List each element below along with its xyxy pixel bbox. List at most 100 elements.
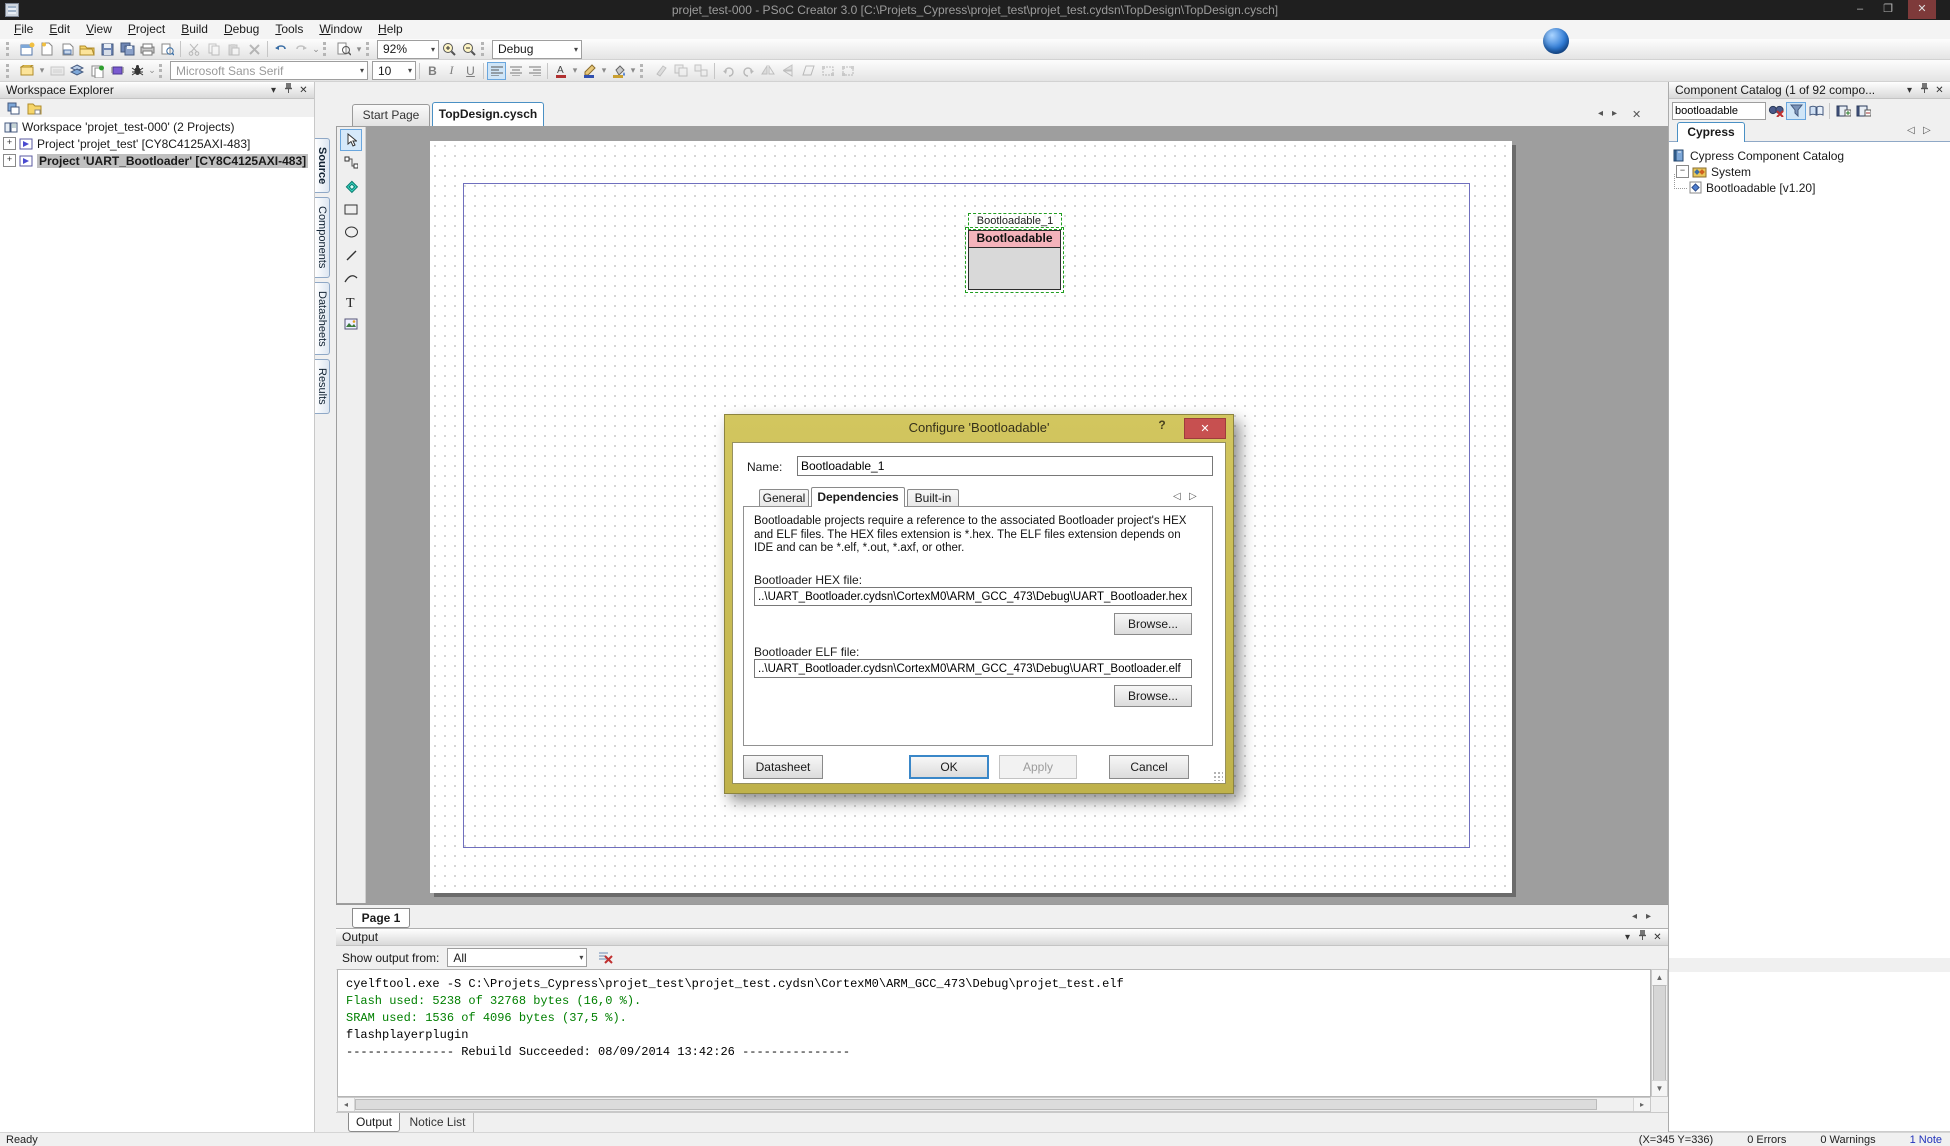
italic-button[interactable]: I bbox=[442, 62, 461, 80]
font-name-combobox[interactable]: Microsoft Sans Serif ▾ bbox=[170, 61, 368, 80]
bug-button[interactable] bbox=[127, 62, 147, 80]
tab-results[interactable]: Results bbox=[315, 359, 330, 414]
component-instance-label[interactable]: Bootloadable_1 bbox=[968, 213, 1062, 230]
status-warnings[interactable]: 0 Warnings bbox=[1820, 1134, 1875, 1146]
tab-built-in[interactable]: Built-in bbox=[907, 489, 959, 507]
tree-row-project1[interactable]: + Project 'projet_test' [CY8C4125AXI-483… bbox=[0, 136, 314, 151]
elf-file-input[interactable] bbox=[754, 659, 1192, 678]
catalog-tab-prev-icon[interactable]: ◁ bbox=[1907, 125, 1915, 136]
pattern-button[interactable] bbox=[17, 62, 37, 80]
fill-color-dropdown-icon[interactable]: ▾ bbox=[628, 65, 638, 76]
tab-topdesign[interactable]: TopDesign.cysch bbox=[432, 102, 544, 126]
scroll-down-icon[interactable]: ▼ bbox=[1652, 1080, 1667, 1096]
tab-dependencies[interactable]: Dependencies bbox=[811, 487, 905, 507]
align-center-button[interactable] bbox=[506, 62, 525, 80]
align-left-button[interactable] bbox=[487, 62, 506, 80]
font-color-button[interactable]: A bbox=[551, 62, 570, 80]
menu-view[interactable]: View bbox=[78, 20, 120, 39]
scroll-up-icon[interactable]: ▲ bbox=[1652, 970, 1667, 986]
close-panel-icon[interactable]: ✕ bbox=[1650, 930, 1665, 945]
filter-view-button[interactable] bbox=[1786, 102, 1806, 120]
datasheet-button[interactable]: Datasheet bbox=[743, 755, 823, 779]
component-tool-button[interactable] bbox=[340, 175, 362, 197]
tab-scroll-right-icon[interactable]: ▸ bbox=[1612, 108, 1617, 119]
tab-scroll-left-icon[interactable]: ◂ bbox=[1598, 108, 1603, 119]
show-all-files-button[interactable] bbox=[24, 99, 44, 117]
hex-file-input[interactable] bbox=[754, 587, 1192, 606]
line-color-dropdown-icon[interactable]: ▾ bbox=[599, 65, 609, 76]
collapse-all-button[interactable] bbox=[4, 99, 24, 117]
scrollbar-thumb[interactable] bbox=[355, 1099, 1597, 1110]
undo-button[interactable] bbox=[271, 40, 291, 58]
scroll-left-icon[interactable]: ◂ bbox=[338, 1098, 355, 1111]
expand-catalog-button[interactable] bbox=[1833, 102, 1853, 120]
tab-cypress[interactable]: Cypress bbox=[1677, 122, 1745, 143]
minimize-button[interactable]: – bbox=[1846, 0, 1874, 19]
fill-color-button[interactable] bbox=[609, 62, 628, 80]
clear-output-button[interactable] bbox=[595, 949, 615, 967]
hex-browse-button[interactable]: Browse... bbox=[1114, 613, 1192, 635]
catalog-bootloadable-row[interactable]: Bootloadable [v1.20] bbox=[1669, 180, 1950, 195]
expand-icon[interactable]: + bbox=[3, 137, 16, 150]
expand-icon[interactable]: + bbox=[3, 154, 16, 167]
open-button[interactable] bbox=[77, 40, 97, 58]
notification-ball-icon[interactable] bbox=[1543, 28, 1569, 54]
zoom-combobox[interactable]: 92% ▾ bbox=[377, 40, 439, 59]
status-errors[interactable]: 0 Errors bbox=[1747, 1134, 1786, 1146]
close-panel-icon[interactable]: ✕ bbox=[296, 83, 311, 98]
find-dropdown-icon[interactable]: ▾ bbox=[354, 44, 364, 55]
output-filter-combobox[interactable]: All ▾ bbox=[447, 948, 587, 967]
tab-start-page[interactable]: Start Page bbox=[352, 104, 430, 126]
tab-datasheets[interactable]: Datasheets bbox=[315, 282, 330, 356]
output-console[interactable]: cyelftool.exe -S C:\Projets_Cypress\proj… bbox=[337, 969, 1651, 1097]
status-notes[interactable]: 1 Note bbox=[1910, 1134, 1942, 1146]
catalog-tab-next-icon[interactable]: ▷ bbox=[1923, 125, 1931, 136]
zoom-in-button[interactable] bbox=[439, 40, 459, 58]
tree-row-project2[interactable]: + Project 'UART_Bootloader' [CY8C4125AXI… bbox=[0, 153, 314, 168]
line-color-button[interactable] bbox=[580, 62, 599, 80]
bootloadable-component[interactable]: Bootloadable bbox=[968, 230, 1061, 290]
auto-hide-pin-icon[interactable] bbox=[1635, 929, 1650, 945]
menu-edit[interactable]: Edit bbox=[41, 20, 78, 39]
toolbar-overflow-icon[interactable]: ⌄ bbox=[311, 44, 321, 55]
name-input[interactable] bbox=[797, 456, 1213, 476]
layers-button[interactable] bbox=[67, 62, 87, 80]
pattern-dropdown-icon[interactable]: ▾ bbox=[37, 65, 47, 76]
tab-output[interactable]: Output bbox=[348, 1113, 400, 1132]
collapse-catalog-button[interactable] bbox=[1853, 102, 1873, 120]
font-color-dropdown-icon[interactable]: ▾ bbox=[570, 65, 580, 76]
add-page-button[interactable] bbox=[87, 62, 107, 80]
dialog-tab-prev-icon[interactable]: ◁ bbox=[1173, 491, 1181, 502]
line-tool-button[interactable] bbox=[340, 244, 362, 266]
restore-button[interactable]: ❐ bbox=[1874, 0, 1902, 19]
output-vertical-scrollbar[interactable]: ▲ ▼ bbox=[1651, 969, 1668, 1097]
window-position-menu-icon[interactable]: ▾ bbox=[1902, 83, 1917, 98]
select-tool-button[interactable] bbox=[340, 129, 362, 151]
text-tool-button[interactable]: T bbox=[340, 290, 362, 312]
new-document-button[interactable] bbox=[37, 40, 57, 58]
scrollbar-thumb[interactable] bbox=[1653, 985, 1666, 1083]
auto-hide-pin-icon[interactable] bbox=[1917, 82, 1932, 98]
menu-file[interactable]: File bbox=[6, 20, 41, 39]
resize-grip[interactable] bbox=[1213, 771, 1223, 781]
arc-tool-button[interactable] bbox=[340, 267, 362, 289]
print-preview-button[interactable] bbox=[157, 40, 177, 58]
save-button[interactable] bbox=[97, 40, 117, 58]
clear-search-button[interactable] bbox=[1766, 102, 1786, 120]
ellipse-tool-button[interactable] bbox=[340, 221, 362, 243]
add-existing-item-button[interactable] bbox=[57, 40, 77, 58]
ok-button[interactable]: OK bbox=[909, 755, 989, 779]
tree-row-workspace[interactable]: Workspace 'projet_test-000' (2 Projects) bbox=[0, 119, 314, 134]
menu-tools[interactable]: Tools bbox=[267, 20, 311, 39]
menu-debug[interactable]: Debug bbox=[216, 20, 267, 39]
align-right-button[interactable] bbox=[525, 62, 544, 80]
tab-components[interactable]: Components bbox=[315, 197, 330, 277]
menu-help[interactable]: Help bbox=[370, 20, 411, 39]
config-combobox[interactable]: Debug ▾ bbox=[492, 40, 582, 59]
output-horizontal-scrollbar[interactable]: ◂ ▸ bbox=[337, 1097, 1651, 1112]
window-position-menu-icon[interactable]: ▾ bbox=[1620, 930, 1635, 945]
dialog-close-button[interactable]: ✕ bbox=[1184, 418, 1226, 439]
catalog-root-row[interactable]: Cypress Component Catalog bbox=[1669, 148, 1950, 163]
tab-source[interactable]: Source bbox=[315, 138, 330, 193]
close-panel-icon[interactable]: ✕ bbox=[1932, 83, 1947, 98]
